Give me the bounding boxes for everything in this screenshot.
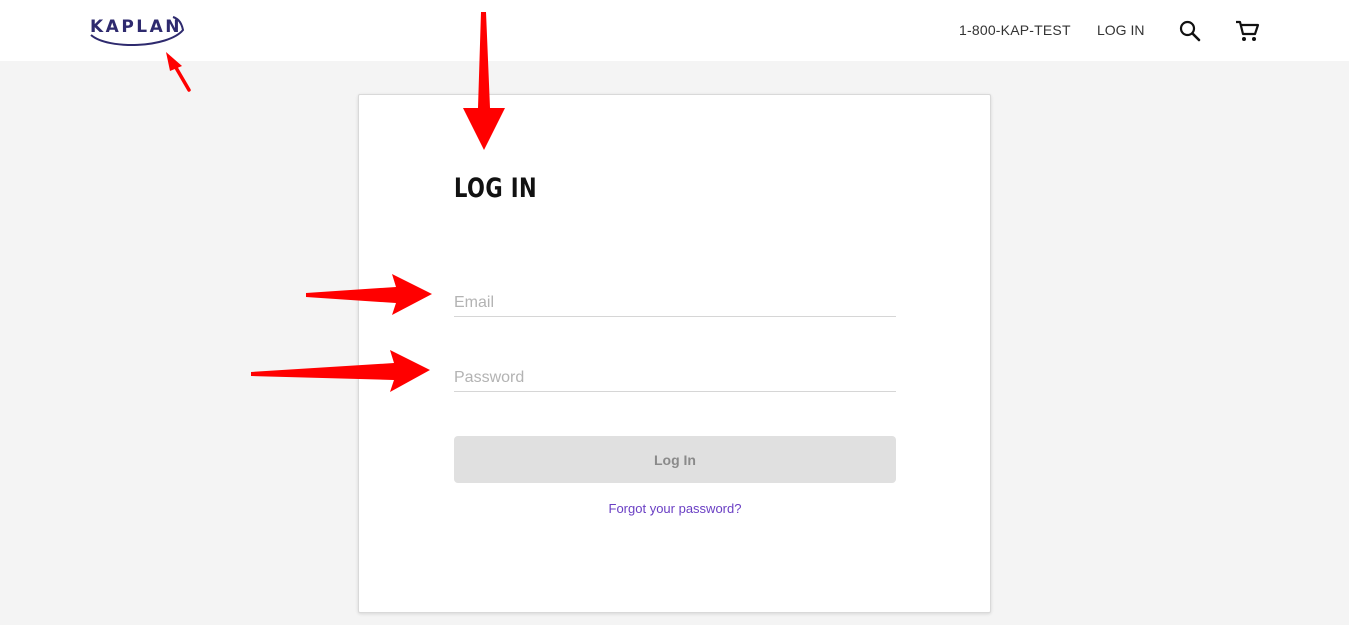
kaplan-logo[interactable]: KAPLAN [88,14,188,48]
site-header: KAPLAN 1-800-KAP-TEST LOG IN [0,0,1349,61]
forgot-password-link[interactable]: Forgot your password? [454,501,896,516]
logo-swoosh-icon [90,16,185,47]
password-field[interactable] [454,365,896,392]
email-field[interactable] [454,290,896,317]
phone-number-link[interactable]: 1-800-KAP-TEST [959,22,1071,38]
login-submit-button[interactable]: Log In [454,436,896,483]
page-title: LOG IN [454,173,537,204]
cart-icon[interactable] [1234,18,1260,44]
login-nav-link[interactable]: LOG IN [1097,22,1144,38]
login-card: LOG IN Log In Forgot your password? [358,94,991,613]
search-icon[interactable] [1178,19,1202,43]
